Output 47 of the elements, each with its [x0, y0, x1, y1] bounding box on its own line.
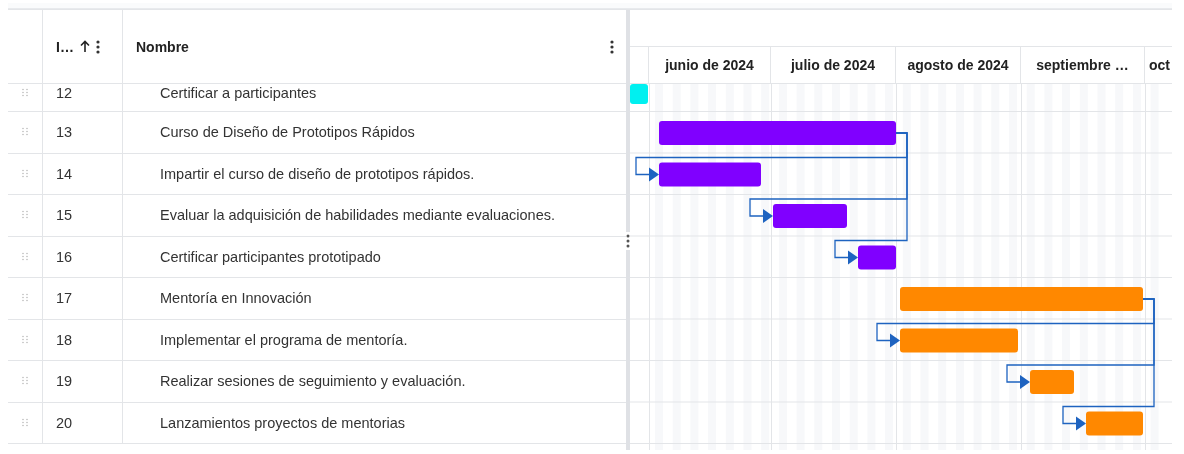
sort-up-icon: [79, 40, 90, 53]
id-cell: 13: [56, 124, 73, 141]
id-cell: 16: [56, 248, 73, 265]
task-bar[interactable]: [659, 121, 896, 145]
month-header: junio de 2024: [665, 57, 754, 73]
drag-handle-icon[interactable]: [22, 88, 28, 98]
id-cell: 12: [56, 85, 73, 101]
task-bar[interactable]: [858, 245, 896, 270]
menu-icon[interactable]: [610, 39, 614, 54]
drag-handle-icon[interactable]: [22, 376, 28, 387]
drag-handle-icon[interactable]: [22, 168, 28, 179]
id-cell: 15: [56, 207, 73, 224]
splitter-grip-icon[interactable]: [626, 232, 630, 250]
id-cell: 18: [56, 331, 73, 348]
task-name: Implementar el programa de mentoría.: [159, 331, 408, 348]
task-name: Certificar participantes prototipado: [159, 248, 381, 265]
task-bar[interactable]: [1086, 411, 1143, 436]
task-bar[interactable]: [659, 162, 761, 187]
task-name: Mentoría en Innovación: [159, 290, 312, 307]
drag-handle-icon[interactable]: [22, 293, 28, 304]
id-cell: 20: [56, 414, 73, 431]
drag-handle-icon[interactable]: [22, 127, 28, 138]
column-header[interactable]: I…: [56, 38, 90, 55]
menu-icon[interactable]: [95, 39, 100, 54]
id-cell: 14: [56, 165, 73, 182]
task-bar[interactable]: [900, 287, 1143, 311]
task-name: Evaluar la adquisición de habilidades mediante evaluaciones.: [159, 207, 555, 224]
task-bar[interactable]: [773, 204, 847, 228]
column-header[interactable]: Nombre: [136, 38, 189, 55]
id-cell: 17: [56, 290, 73, 307]
drag-handle-icon[interactable]: [22, 210, 28, 221]
task-name: Curso de Diseño de Prototipos Rápidos: [159, 124, 415, 141]
month-header: agosto de 2024: [907, 57, 1009, 73]
drag-handle-icon[interactable]: [22, 417, 28, 428]
task-name: Impartir el curso de diseño de prototipos rápidos.: [159, 165, 475, 182]
task-name: Lanzamientos proyectos de mentorias: [159, 414, 406, 431]
drag-handle-icon[interactable]: [22, 334, 28, 345]
task-bar[interactable]: [630, 84, 648, 104]
task-name: Certificar a participantes: [159, 85, 317, 101]
task-bar[interactable]: [1030, 370, 1074, 394]
id-cell: 19: [56, 373, 73, 390]
month-header: julio de 2024: [790, 57, 875, 73]
task-name: Realizar sesiones de seguimiento y evaluación.: [159, 373, 466, 390]
month-header: oct: [1149, 57, 1170, 73]
task-bar[interactable]: [900, 328, 1018, 353]
drag-handle-icon[interactable]: [22, 251, 28, 262]
month-header: septiembre …: [1036, 57, 1129, 73]
